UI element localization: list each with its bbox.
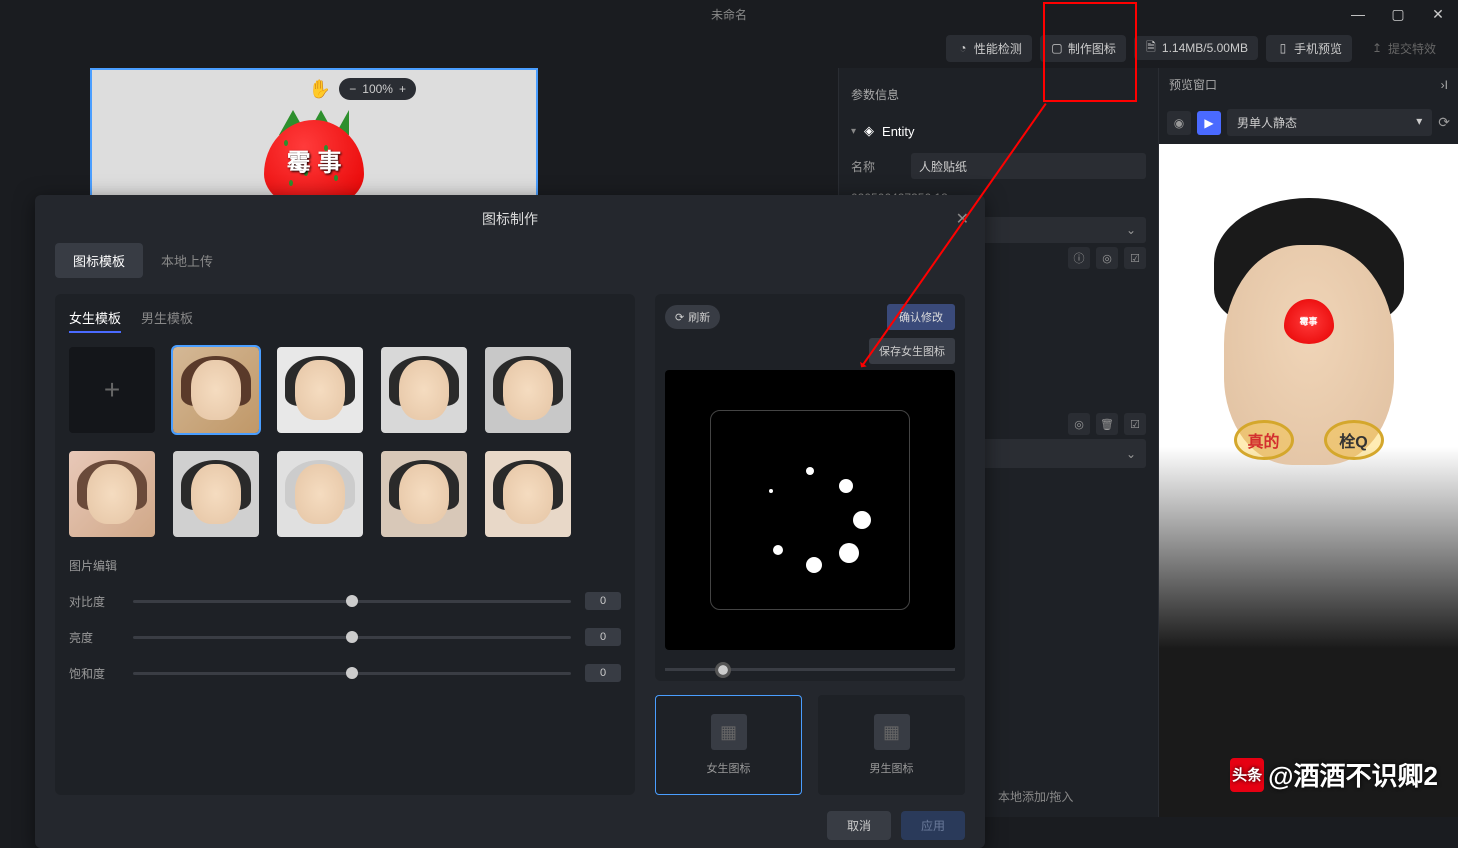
make-icon-button[interactable]: ▢ 制作图标 xyxy=(1040,35,1126,62)
tab-local-upload[interactable]: 本地上传 xyxy=(143,243,231,278)
contrast-label: 对比度 xyxy=(69,593,119,610)
template-thumb[interactable] xyxy=(277,451,363,537)
eye-icon[interactable]: ◉ xyxy=(1167,111,1191,135)
titlebar: 未命名 — ▢ ✕ xyxy=(0,0,1458,28)
target-icon[interactable]: ◎ xyxy=(1096,247,1118,269)
brightness-value[interactable]: 0 xyxy=(585,628,621,646)
icon-preview-area xyxy=(665,370,955,650)
chevron-down-icon: ⌄ xyxy=(1126,223,1136,237)
watermark: 头条 @酒酒不识卿2 xyxy=(1230,756,1438,793)
glasses-sticker: 真的 栓Q xyxy=(1234,420,1384,460)
apply-button[interactable]: 应用 xyxy=(901,811,965,840)
info-icon[interactable]: ⓘ xyxy=(1068,247,1090,269)
expand-icon[interactable]: ›I xyxy=(1441,78,1448,92)
image-icon: ▦ xyxy=(874,714,910,750)
zoom-out-icon[interactable]: − xyxy=(349,82,356,96)
name-label: 名称 xyxy=(851,158,901,175)
window-controls: — ▢ ✕ xyxy=(1338,0,1458,28)
tab-male-template[interactable]: 男生模板 xyxy=(141,308,193,333)
template-thumb[interactable] xyxy=(485,451,571,537)
phone-preview-button[interactable]: ▯ 手机预览 xyxy=(1266,35,1352,62)
phone-icon: ▯ xyxy=(1276,41,1290,55)
maximize-button[interactable]: ▢ xyxy=(1378,0,1418,28)
loading-spinner xyxy=(710,410,910,610)
play-icon[interactable]: ▶ xyxy=(1197,111,1221,135)
submit-effect-button[interactable]: ↥ 提交特效 xyxy=(1360,35,1446,62)
image-icon: ▦ xyxy=(711,714,747,750)
trash-icon[interactable]: 🗑 xyxy=(1096,413,1118,435)
toutiao-logo-icon: 头条 xyxy=(1230,758,1264,792)
preview-panel: 预览窗口 ›I ◉ ▶ 男单人静态 ▾ ⟳ 霉事 真的 栓Q xyxy=(1158,68,1458,817)
top-toolbar: ◔ 性能检测 ▢ 制作图标 🗎 1.14MB/5.00MB ▯ 手机预览 ↥ 提… xyxy=(0,28,1458,68)
tab-female-template[interactable]: 女生模板 xyxy=(69,308,121,333)
gauge-icon: ◔ xyxy=(956,41,970,55)
upload-icon: ↥ xyxy=(1370,41,1384,55)
add-template-button[interactable]: + xyxy=(69,347,155,433)
tab-template[interactable]: 图标模板 xyxy=(55,243,143,278)
close-button[interactable]: ✕ xyxy=(1418,0,1458,28)
confirm-button[interactable]: 确认修改 xyxy=(887,304,955,330)
chevron-down-icon: ▾ xyxy=(851,126,856,137)
brightness-label: 亮度 xyxy=(69,629,119,646)
template-thumb[interactable] xyxy=(485,347,571,433)
preview-title: 预览窗口 xyxy=(1169,76,1217,93)
saturation-slider[interactable] xyxy=(133,672,571,675)
target-icon[interactable]: ◎ xyxy=(1068,413,1090,435)
edit-title: 图片编辑 xyxy=(69,557,621,574)
checkbox-icon[interactable]: ☑ xyxy=(1124,413,1146,435)
refresh-button[interactable]: ⟳ 刷新 xyxy=(665,305,720,329)
file-icon: 🗎 xyxy=(1144,41,1158,55)
memory-indicator[interactable]: 🗎 1.14MB/5.00MB xyxy=(1134,36,1258,60)
zoom-in-icon[interactable]: + xyxy=(399,82,406,96)
mini-strawberry-icon: 霉事 xyxy=(1284,299,1334,344)
chevron-down-icon: ⌄ xyxy=(1126,447,1136,461)
male-icon-tab[interactable]: ▦ 男生图标 xyxy=(818,695,965,795)
timeline-scrubber[interactable] xyxy=(665,668,955,671)
app-title: 未命名 xyxy=(711,6,747,23)
template-thumb[interactable] xyxy=(173,451,259,537)
brightness-slider[interactable] xyxy=(133,636,571,639)
female-icon-tab[interactable]: ▦ 女生图标 xyxy=(655,695,802,795)
template-thumb[interactable] xyxy=(69,451,155,537)
contrast-value[interactable]: 0 xyxy=(585,592,621,610)
template-grid: + xyxy=(69,347,621,537)
template-thumb[interactable] xyxy=(381,451,467,537)
save-female-icon-button[interactable]: 保存女生图标 xyxy=(869,338,955,364)
refresh-icon[interactable]: ⟳ xyxy=(1438,114,1450,131)
lens-left: 真的 xyxy=(1234,420,1294,460)
zoom-control[interactable]: − 100% + xyxy=(339,78,416,100)
params-header: 参数信息 xyxy=(851,80,1146,115)
performance-button[interactable]: ◔ 性能检测 xyxy=(946,35,1032,62)
entity-section[interactable]: ▾ ◈ Entity xyxy=(851,115,1146,147)
icon-icon: ▢ xyxy=(1050,41,1064,55)
sticker-text: 霉 事 xyxy=(287,143,342,178)
saturation-value[interactable]: 0 xyxy=(585,664,621,682)
close-icon[interactable]: ✕ xyxy=(956,209,969,229)
contrast-slider[interactable] xyxy=(133,600,571,603)
minimize-button[interactable]: — xyxy=(1338,0,1378,28)
chevron-down-icon: ▾ xyxy=(1416,114,1422,131)
template-thumb[interactable] xyxy=(173,347,259,433)
canvas-toolbar: ✋ − 100% + xyxy=(309,78,416,100)
lens-right: 栓Q xyxy=(1324,420,1384,460)
local-add-hint: 本地添加/拖入 xyxy=(998,788,1073,805)
template-thumb[interactable] xyxy=(381,347,467,433)
refresh-icon: ⟳ xyxy=(675,311,684,324)
template-thumb[interactable] xyxy=(277,347,363,433)
zoom-value: 100% xyxy=(362,82,393,96)
preview-mode-select[interactable]: 男单人静态 ▾ xyxy=(1227,109,1432,136)
checkbox-icon[interactable]: ☑ xyxy=(1124,247,1146,269)
modal-title: 图标制作 ✕ xyxy=(35,195,985,243)
cancel-button[interactable]: 取消 xyxy=(827,811,891,840)
preview-image: 霉事 真的 栓Q xyxy=(1159,144,1458,817)
cube-icon: ◈ xyxy=(864,123,874,139)
hand-icon[interactable]: ✋ xyxy=(309,79,331,100)
icon-maker-modal: 图标制作 ✕ 图标模板 本地上传 女生模板 男生模板 + xyxy=(35,195,985,848)
saturation-label: 饱和度 xyxy=(69,665,119,682)
name-input[interactable] xyxy=(911,153,1146,179)
